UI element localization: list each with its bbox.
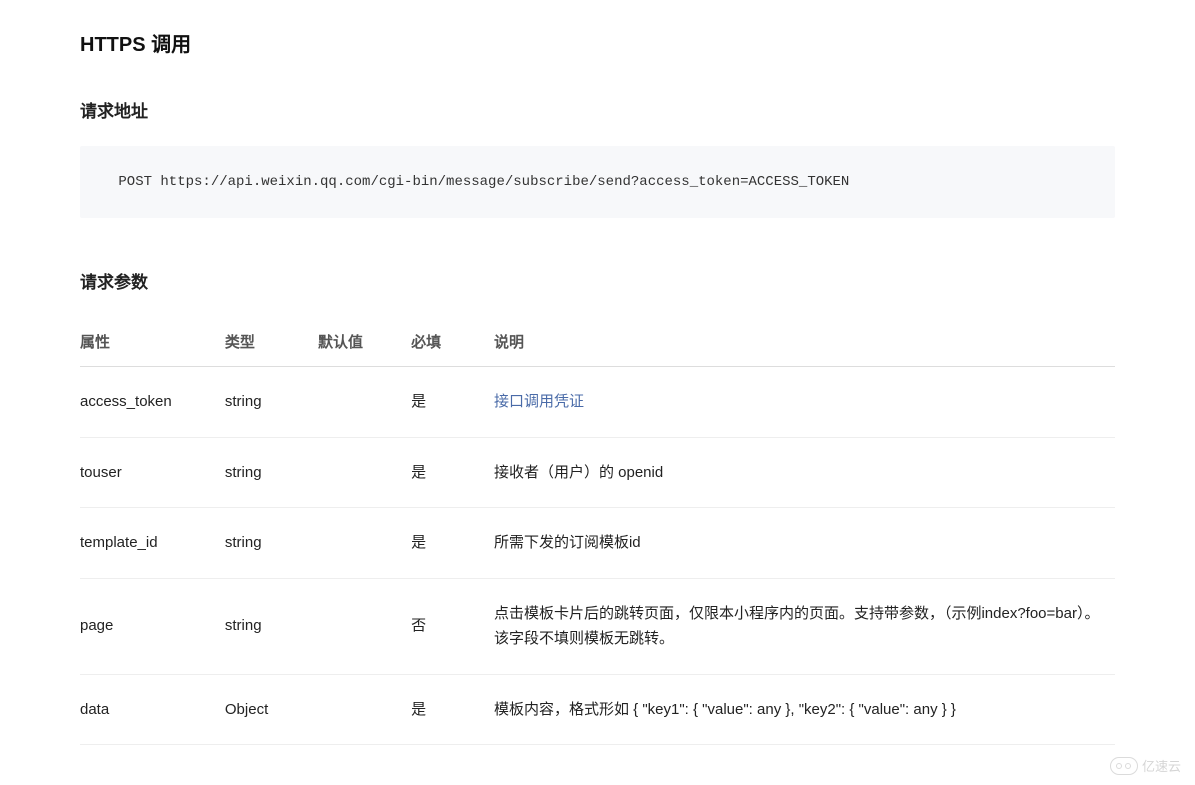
cell-type: Object	[225, 674, 318, 745]
watermark: 亿速云	[1110, 756, 1181, 775]
th-type: 类型	[225, 317, 318, 367]
th-required: 必填	[411, 317, 494, 367]
th-default: 默认值	[318, 317, 411, 367]
cell-type: string	[225, 508, 318, 579]
cell-attr: touser	[80, 437, 225, 508]
code-block: POST https://api.weixin.qq.com/cgi-bin/m…	[80, 146, 1115, 218]
cell-desc: 点击模板卡片后的跳转页面，仅限本小程序内的页面。支持带参数，（示例index?f…	[494, 578, 1115, 674]
params-table: 属性 类型 默认值 必填 说明 access_token string 是 接口…	[80, 317, 1115, 745]
cell-desc: 所需下发的订阅模板id	[494, 508, 1115, 579]
th-desc: 说明	[494, 317, 1115, 367]
cell-default	[318, 437, 411, 508]
table-row: data Object 是 模板内容，格式形如 { "key1": { "val…	[80, 674, 1115, 745]
cell-attr: page	[80, 578, 225, 674]
page-container: HTTPS 调用 请求地址 POST https://api.weixin.qq…	[0, 0, 1195, 785]
cell-type: string	[225, 437, 318, 508]
cell-attr: template_id	[80, 508, 225, 579]
credential-link[interactable]: 接口调用凭证	[494, 393, 584, 410]
cell-desc: 模板内容，格式形如 { "key1": { "value": any }, "k…	[494, 674, 1115, 745]
watermark-text: 亿速云	[1142, 756, 1181, 775]
request-params-heading: 请求参数	[80, 268, 1115, 293]
cell-required: 是	[411, 367, 494, 438]
table-row: template_id string 是 所需下发的订阅模板id	[80, 508, 1115, 579]
cell-default	[318, 674, 411, 745]
table-row: touser string 是 接收者（用户）的 openid	[80, 437, 1115, 508]
table-body: access_token string 是 接口调用凭证 touser stri…	[80, 367, 1115, 745]
cell-required: 是	[411, 674, 494, 745]
cell-default	[318, 578, 411, 674]
cell-attr: data	[80, 674, 225, 745]
cell-type: string	[225, 367, 318, 438]
table-head: 属性 类型 默认值 必填 说明	[80, 317, 1115, 367]
th-attr: 属性	[80, 317, 225, 367]
cloud-icon	[1110, 757, 1138, 775]
table-row: page string 否 点击模板卡片后的跳转页面，仅限本小程序内的页面。支持…	[80, 578, 1115, 674]
cell-required: 是	[411, 508, 494, 579]
section-title: HTTPS 调用	[80, 28, 1115, 57]
cell-default	[318, 508, 411, 579]
request-url-heading: 请求地址	[80, 97, 1115, 122]
cell-desc: 接口调用凭证	[494, 367, 1115, 438]
cell-desc: 接收者（用户）的 openid	[494, 437, 1115, 508]
cell-default	[318, 367, 411, 438]
cell-required: 是	[411, 437, 494, 508]
table-row: access_token string 是 接口调用凭证	[80, 367, 1115, 438]
cell-required: 否	[411, 578, 494, 674]
cell-type: string	[225, 578, 318, 674]
cell-attr: access_token	[80, 367, 225, 438]
